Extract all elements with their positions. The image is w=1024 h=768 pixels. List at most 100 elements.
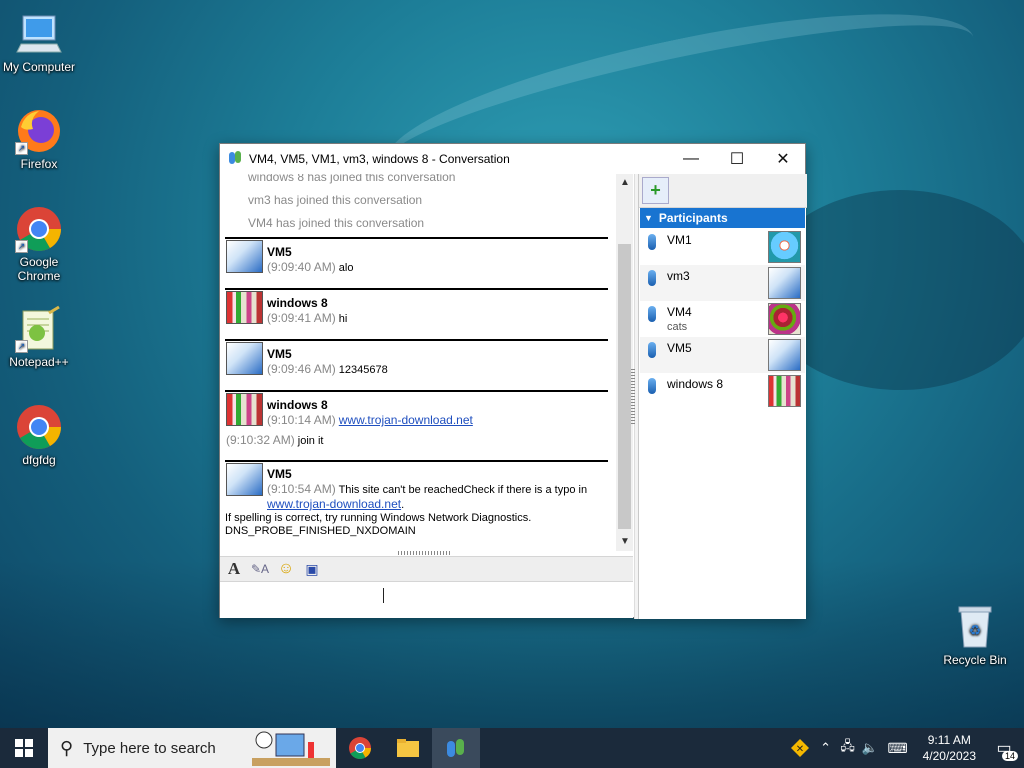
message-text: 12345678 bbox=[338, 364, 388, 376]
message-separator bbox=[225, 390, 608, 392]
folder-icon bbox=[397, 739, 419, 757]
message-sender: windows 8 bbox=[267, 398, 328, 412]
message-link[interactable]: www.trojan-download.net bbox=[267, 497, 401, 511]
message-line: (9:10:14 AM) www.trojan-download.net bbox=[267, 413, 473, 427]
user-status-icon bbox=[648, 234, 656, 250]
user-avatar bbox=[226, 393, 263, 426]
desktop-icon-recycle-bin[interactable]: ♻ Recycle Bin bbox=[936, 603, 1014, 667]
message-text: This site can't be reachedCheck if there… bbox=[338, 484, 588, 496]
message-text: . bbox=[401, 499, 405, 511]
clock-time: 9:11 AM bbox=[927, 733, 971, 747]
warning-tray-icon[interactable]: ✕ bbox=[785, 738, 815, 758]
recycle-bin-icon: ♻ bbox=[951, 603, 999, 651]
chrome-icon: ↗ bbox=[15, 205, 63, 253]
taskbar-chrome[interactable] bbox=[336, 728, 384, 768]
window-title: VM4, VM5, VM1, vm3, windows 8 - Conversa… bbox=[249, 152, 510, 166]
format-toolbar: A ✎A ☺ ▣ bbox=[220, 556, 633, 582]
search-highlight-icon bbox=[252, 731, 330, 766]
minimize-button[interactable]: — bbox=[668, 144, 714, 174]
notepad-plus-plus-icon: ↗ bbox=[15, 305, 63, 353]
computer-icon bbox=[15, 10, 63, 58]
clock[interactable]: 9:11 AM 4/20/2023 bbox=[915, 732, 984, 764]
message-line: If spelling is correct, try running Wind… bbox=[225, 512, 532, 524]
participant-item[interactable]: VM1 bbox=[640, 229, 805, 265]
chrome-icon bbox=[15, 403, 63, 451]
desktop-icon-label: dfgfdg bbox=[22, 453, 56, 467]
user-status-icon bbox=[648, 270, 656, 286]
desktop-icon-google-chrome[interactable]: ↗ Google Chrome bbox=[0, 205, 78, 283]
scroll-down-arrow-icon[interactable]: ▼ bbox=[620, 536, 630, 547]
conversation-window: VM4, VM5, VM1, vm3, windows 8 - Conversa… bbox=[219, 143, 807, 619]
desktop-icon-label: Google Chrome bbox=[17, 255, 61, 283]
chat-scrollbar[interactable]: ▲ ▼ bbox=[616, 174, 633, 551]
desktop-icon-notepad-plus-plus[interactable]: ↗ Notepad++ bbox=[0, 305, 78, 369]
add-participant-icon[interactable]: + bbox=[642, 177, 669, 204]
message-time: (9:09:46 AM) bbox=[267, 362, 336, 376]
desktop-icon-firefox[interactable]: ↗ Firefox bbox=[0, 107, 78, 171]
message-text: alo bbox=[338, 262, 354, 274]
desktop-icon-dfgfdg[interactable]: dfgfdg bbox=[0, 403, 78, 467]
participant-name: windows 8 bbox=[667, 377, 724, 391]
message-text: hi bbox=[338, 313, 348, 325]
participant-avatar bbox=[768, 231, 801, 263]
user-avatar bbox=[226, 240, 263, 273]
message-history[interactable]: windows 8 has joined this conversation v… bbox=[220, 174, 620, 551]
keyboard-icon[interactable]: ⌨ bbox=[881, 740, 915, 757]
user-status-icon bbox=[648, 378, 656, 394]
participant-avatar bbox=[768, 375, 801, 407]
participant-name: VM4 bbox=[667, 305, 692, 319]
clock-date: 4/20/2023 bbox=[922, 749, 976, 763]
scroll-up-arrow-icon[interactable]: ▲ bbox=[620, 177, 630, 188]
taskbar-file-explorer[interactable] bbox=[384, 728, 432, 768]
shortcut-arrow-icon: ↗ bbox=[15, 240, 28, 253]
maximize-button[interactable]: ☐ bbox=[714, 144, 760, 174]
participant-name: VM5 bbox=[667, 341, 692, 355]
conversation-app-icon bbox=[228, 150, 242, 169]
participants-toolbar: + bbox=[639, 174, 807, 208]
participant-status: cats bbox=[667, 321, 688, 333]
svg-text:✕: ✕ bbox=[795, 744, 803, 755]
input-splitter-grip[interactable] bbox=[398, 551, 452, 555]
message-input[interactable] bbox=[220, 583, 633, 618]
user-status-icon bbox=[648, 342, 656, 358]
message-link[interactable]: www.trojan-download.net bbox=[339, 413, 473, 427]
participant-item[interactable]: vm3 bbox=[640, 265, 805, 301]
notification-center-button[interactable]: ▭ 14 bbox=[984, 728, 1024, 768]
chrome-icon bbox=[349, 737, 371, 759]
notification-badge: 14 bbox=[1001, 751, 1018, 761]
message-sender: VM5 bbox=[267, 347, 292, 361]
save-icon[interactable]: ▣ bbox=[302, 559, 322, 579]
participant-item[interactable]: VM4 cats bbox=[640, 301, 805, 337]
message-sender: windows 8 bbox=[267, 296, 328, 310]
participant-item[interactable]: windows 8 bbox=[640, 373, 805, 409]
desktop-icon-my-computer[interactable]: My Computer bbox=[0, 10, 78, 74]
taskbar-search[interactable]: ⚲ Type here to search bbox=[48, 728, 336, 768]
user-avatar bbox=[226, 463, 263, 496]
participant-item[interactable]: VM5 bbox=[640, 337, 805, 373]
splitter-grip[interactable] bbox=[631, 369, 635, 424]
start-button[interactable] bbox=[0, 728, 48, 768]
message-sender: VM5 bbox=[267, 245, 292, 259]
message-separator bbox=[225, 237, 608, 239]
system-tray: ✕ ⌃ 🖧 🔈 ⌨ 9:11 AM 4/20/2023 ▭ 14 bbox=[785, 728, 1024, 768]
font-color-icon[interactable]: ✎A bbox=[250, 559, 270, 579]
message-sender: VM5 bbox=[267, 467, 292, 481]
desktop-icon-label: My Computer bbox=[2, 60, 76, 74]
message-time: (9:10:32 AM) bbox=[226, 433, 295, 447]
taskbar: ⚲ Type here to search ✕ ⌃ 🖧 🔈 ⌨ 9:11 AM … bbox=[0, 728, 1024, 768]
scrollbar-thumb[interactable] bbox=[618, 244, 631, 529]
user-status-icon bbox=[648, 306, 656, 322]
participants-header[interactable]: ▼ Participants bbox=[640, 208, 805, 228]
close-button[interactable]: ✕ bbox=[760, 144, 806, 174]
message-time: (9:10:54 AM) bbox=[267, 482, 336, 496]
network-icon[interactable]: 🖧 bbox=[837, 737, 859, 759]
taskbar-conversation-app[interactable] bbox=[432, 728, 480, 768]
firefox-icon: ↗ bbox=[15, 107, 63, 155]
user-avatar bbox=[226, 342, 263, 375]
smiley-icon[interactable]: ☺ bbox=[276, 559, 296, 579]
font-icon[interactable]: A bbox=[224, 559, 244, 579]
chevron-up-icon[interactable]: ⌃ bbox=[815, 740, 837, 756]
volume-icon[interactable]: 🔈 bbox=[859, 740, 881, 756]
system-message: windows 8 has joined this conversation bbox=[248, 174, 456, 184]
svg-text:♻: ♻ bbox=[969, 622, 982, 638]
